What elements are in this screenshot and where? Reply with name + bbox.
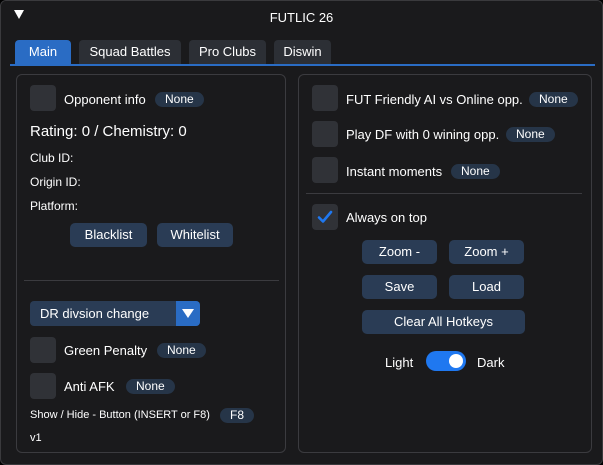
window-title: FUTLIC 26 [269, 10, 334, 25]
zoom-in-button[interactable]: Zoom + [449, 240, 524, 264]
load-button[interactable]: Load [449, 275, 524, 299]
tab-diswin[interactable]: Diswin [274, 40, 331, 64]
tab-main[interactable]: Main [15, 40, 71, 64]
fut-friendly-checkbox[interactable] [312, 85, 338, 111]
show-hide-hotkey[interactable]: F8 [220, 408, 255, 423]
instant-moments-checkbox[interactable] [312, 157, 338, 183]
left-panel: Opponent info None Rating: 0 / Chemistry… [16, 74, 286, 453]
zoom-out-button[interactable]: Zoom - [362, 240, 437, 264]
anti-afk-label: Anti AFK [64, 379, 115, 394]
opponent-info-hotkey[interactable]: None [155, 92, 204, 107]
theme-dark-label: Dark [477, 355, 505, 370]
always-on-top-label: Always on top [346, 210, 427, 225]
blacklist-button[interactable]: Blacklist [70, 223, 147, 247]
instant-moments-hotkey[interactable]: None [451, 164, 500, 179]
version-label: v1 [30, 432, 42, 444]
tab-underline [10, 64, 595, 66]
dropdown-toggle[interactable] [176, 301, 200, 326]
tab-pro-clubs[interactable]: Pro Clubs [189, 40, 266, 64]
save-button[interactable]: Save [362, 275, 437, 299]
whitelist-button[interactable]: Whitelist [157, 223, 233, 247]
right-panel: FUT Friendly AI vs Online opp. None Play… [298, 74, 592, 453]
division-dropdown[interactable]: DR divsion change [30, 301, 200, 326]
club-id-label: Club ID: [30, 151, 74, 165]
check-icon [317, 210, 333, 223]
platform-label: Platform: [30, 199, 79, 213]
origin-id-label: Origin ID: [30, 175, 81, 189]
instant-moments-label: Instant moments [346, 164, 443, 179]
theme-light-label: Light [385, 355, 414, 370]
anti-afk-hotkey[interactable]: None [126, 379, 175, 394]
title-bar: FUTLIC 26 [1, 1, 602, 33]
tab-squad-battles[interactable]: Squad Battles [79, 40, 181, 64]
rating-chemistry-text: Rating: 0 / Chemistry: 0 [30, 123, 187, 140]
show-hide-label: Show / Hide - Button (INSERT or F8) [30, 409, 210, 421]
opponent-info-label: Opponent info [64, 92, 146, 107]
play-df-hotkey[interactable]: None [506, 127, 555, 142]
green-penalty-label: Green Penalty [64, 343, 148, 358]
fut-friendly-label: FUT Friendly AI vs Online opp. [346, 92, 523, 107]
chevron-down-icon [182, 309, 194, 318]
theme-toggle[interactable] [426, 351, 466, 371]
green-penalty-checkbox[interactable] [30, 337, 56, 363]
play-df-checkbox[interactable] [312, 121, 338, 147]
right-divider [306, 193, 582, 194]
fut-friendly-hotkey[interactable]: None [529, 92, 578, 107]
play-df-label: Play DF with 0 wining opp. [346, 127, 500, 142]
opponent-info-checkbox[interactable] [30, 85, 56, 111]
dropdown-selected-value: DR divsion change [40, 306, 150, 321]
green-penalty-hotkey[interactable]: None [157, 343, 206, 358]
always-on-top-checkbox[interactable] [312, 204, 338, 230]
clear-hotkeys-button[interactable]: Clear All Hotkeys [362, 310, 525, 334]
toggle-knob [449, 354, 463, 368]
anti-afk-checkbox[interactable] [30, 373, 56, 399]
left-divider [24, 280, 279, 281]
app-window: FUTLIC 26 Main Squad Battles Pro Clubs D… [0, 0, 603, 465]
